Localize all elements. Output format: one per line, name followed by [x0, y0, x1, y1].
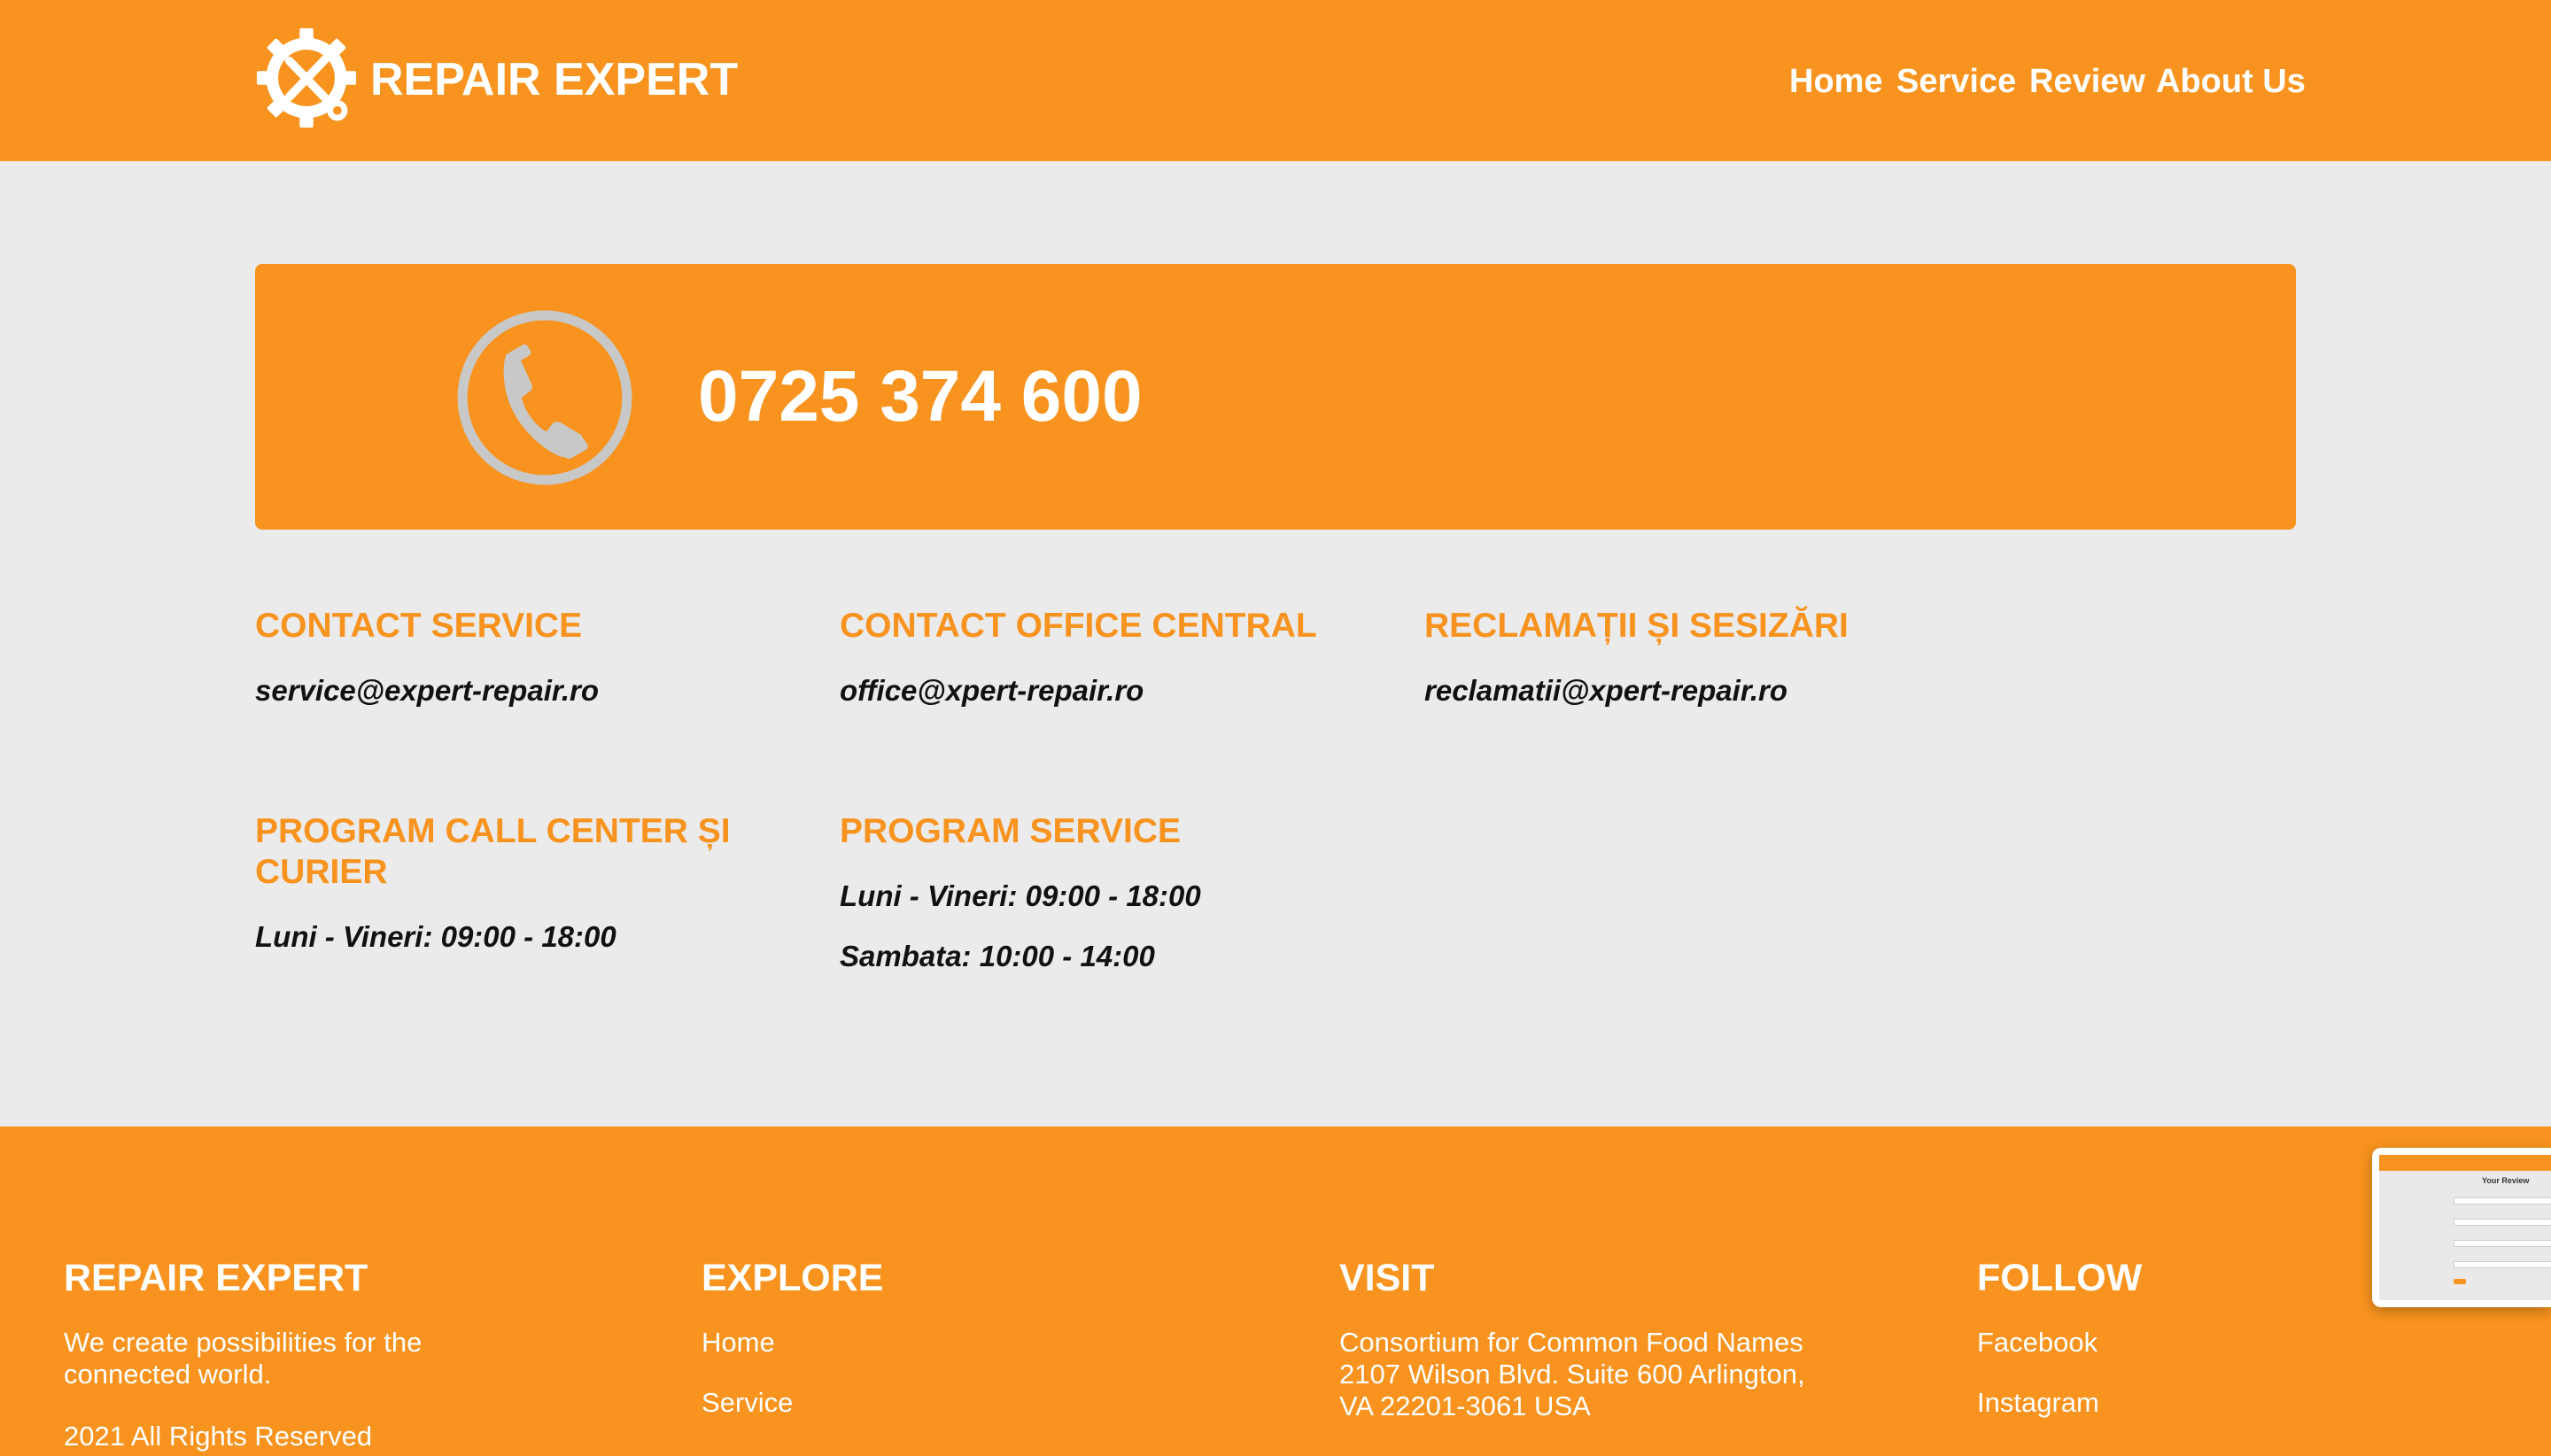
footer-explore-title: EXPLORE: [702, 1257, 884, 1299]
footer-address-line-3: VA 22201-3061 USA: [1339, 1390, 1591, 1421]
review-page-preview[interactable]: Your Review: [2372, 1148, 2551, 1307]
nav-review[interactable]: Review: [2029, 60, 2145, 103]
preview-title: Your Review: [2482, 1176, 2530, 1185]
phone-icon: [457, 310, 632, 485]
footer-link-facebook[interactable]: Facebook: [1977, 1327, 2097, 1359]
footer-brand-title: REPAIR EXPERT: [64, 1257, 368, 1299]
complaints-email[interactable]: reclamatii@xpert-repair.ro: [1424, 673, 1787, 709]
footer-link-instagram[interactable]: Instagram: [1977, 1387, 2099, 1419]
phone-number[interactable]: 0725 374 600: [698, 354, 1143, 439]
service-hours-weekdays: Luni - Vineri: 09:00 - 18:00: [840, 879, 1201, 912]
contact-service-email[interactable]: service@expert-repair.ro: [255, 673, 599, 709]
contact-service-title: CONTACT SERVICE: [255, 607, 583, 645]
nav-about-us[interactable]: About Us: [2156, 60, 2306, 103]
contact-office-title: CONTACT OFFICE CENTRAL: [840, 607, 1317, 645]
contact-office-email[interactable]: office@xpert-repair.ro: [840, 673, 1144, 709]
site-footer: REPAIR EXPERT We create possibilities fo…: [0, 1127, 2551, 1456]
preview-field: [2454, 1197, 2551, 1204]
phone-banner: 0725 374 600: [255, 264, 2296, 530]
preview-field: [2454, 1219, 2551, 1226]
nav-home[interactable]: Home: [1789, 60, 1883, 103]
brand-name[interactable]: REPAIR EXPERT: [370, 53, 738, 106]
footer-address-line-1: Consortium for Common Food Names: [1339, 1327, 1803, 1358]
footer-address-line-2: 2107 Wilson Blvd. Suite 600 Arlington,: [1339, 1359, 1805, 1390]
preview-submit-button: [2454, 1279, 2466, 1284]
footer-visit-title: VISIT: [1339, 1257, 1435, 1299]
footer-link-service[interactable]: Service: [702, 1387, 793, 1419]
call-center-hours: Luni - Vineri: 09:00 - 18:00: [255, 920, 616, 953]
preview-header: [2379, 1155, 2551, 1171]
complaints-title: RECLAMAȚII ȘI SESIZĂRI: [1424, 607, 1849, 645]
footer-follow-title: FOLLOW: [1977, 1257, 2143, 1299]
nav-service[interactable]: Service: [1896, 60, 2016, 103]
service-hours-saturday: Sambata: 10:00 - 14:00: [840, 940, 1155, 972]
preview-field: [2454, 1240, 2551, 1247]
preview-field: [2454, 1261, 2551, 1268]
service-schedule-title: PROGRAM SERVICE: [840, 812, 1182, 850]
call-center-schedule-title: PROGRAM CALL CENTER ȘI CURIER: [255, 812, 731, 891]
site-header: REPAIR EXPERT Home Service Review About …: [0, 0, 2551, 161]
footer-tagline: We create possibilities for the connecte…: [64, 1327, 423, 1390]
gear-wrench-icon[interactable]: [255, 27, 358, 129]
footer-link-home[interactable]: Home: [702, 1327, 775, 1359]
footer-copyright: 2021 All Rights Reserved: [64, 1421, 373, 1452]
